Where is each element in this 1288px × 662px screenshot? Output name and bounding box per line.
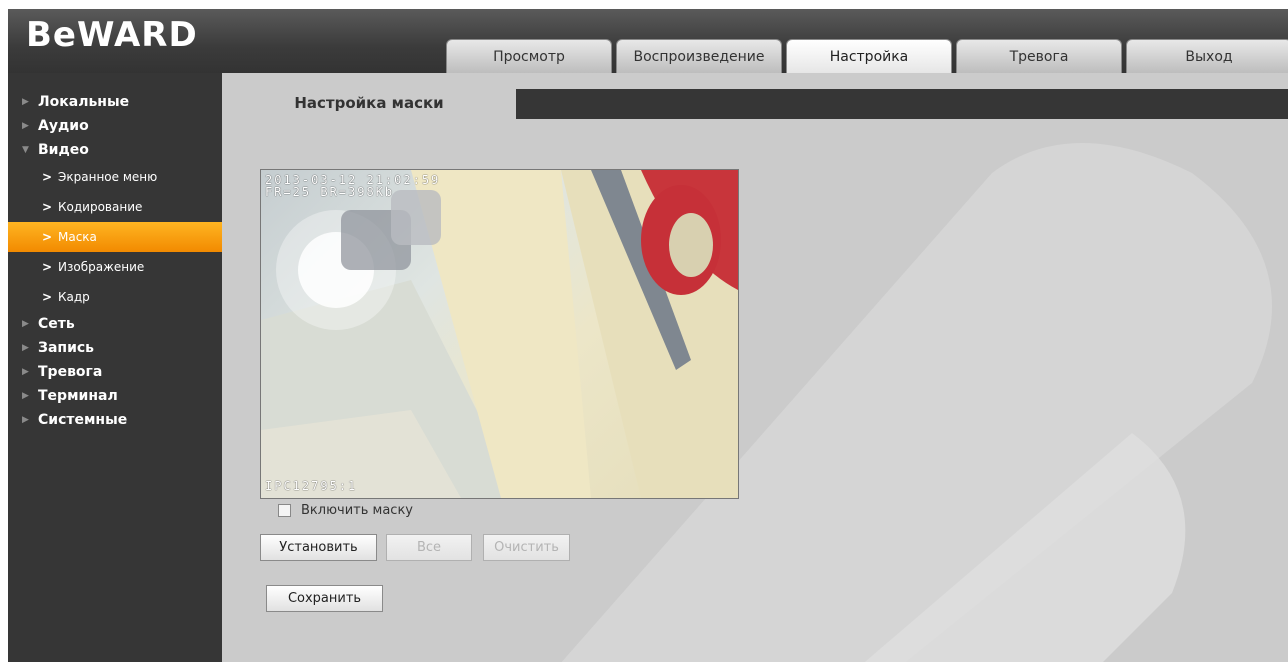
save-button[interactable]: Сохранить bbox=[266, 585, 383, 612]
app-header: BeWARD Просмотр Воспроизведение Настройк… bbox=[8, 9, 1288, 73]
sidebar-subitem-label: Кадр bbox=[58, 290, 90, 304]
osd-stats: FR=25 BR=398Kb bbox=[265, 185, 395, 199]
sidebar-subitem-frame[interactable]: > Кадр bbox=[8, 282, 222, 312]
sidebar-item-label: Тревога bbox=[38, 364, 103, 380]
triangle-right-icon: ▶ bbox=[22, 391, 29, 401]
sidebar-item-label: Локальные bbox=[38, 94, 130, 110]
sidebar-item-label: Видео bbox=[38, 142, 89, 158]
sidebar-subitem-label: Кодирование bbox=[58, 200, 143, 214]
tab-alarm[interactable]: Тревога bbox=[956, 39, 1122, 73]
chevron-right-icon: > bbox=[42, 290, 53, 304]
sidebar: ▶ Локальные ▶ Аудио ▼ Видео > Экранное м… bbox=[8, 73, 222, 662]
sidebar-subitem-mask[interactable]: > Маска bbox=[8, 222, 222, 252]
sidebar-item-terminal[interactable]: ▶ Терминал bbox=[8, 384, 222, 408]
tab-playback[interactable]: Воспроизведение bbox=[616, 39, 782, 73]
main-nav-tabs: Просмотр Воспроизведение Настройка Трево… bbox=[446, 39, 1288, 73]
video-preview[interactable]: 2013-03-12 21:02:59 FR=25 BR=398Kb IPC12… bbox=[260, 169, 739, 499]
sidebar-item-audio[interactable]: ▶ Аудио bbox=[8, 114, 222, 138]
chevron-right-icon: > bbox=[42, 230, 53, 244]
enable-mask-row: Включить маску bbox=[278, 503, 413, 518]
triangle-right-icon: ▶ bbox=[22, 97, 29, 107]
all-button[interactable]: Все bbox=[386, 534, 472, 561]
sidebar-item-record[interactable]: ▶ Запись bbox=[8, 336, 222, 360]
section-title: Настройка маски bbox=[222, 87, 516, 119]
sidebar-item-alarm[interactable]: ▶ Тревога bbox=[8, 360, 222, 384]
sidebar-item-local[interactable]: ▶ Локальные bbox=[8, 90, 222, 114]
main-content: Настройка маски 2013-03-12 21:02:59 FR=2… bbox=[222, 73, 1288, 662]
chevron-right-icon: > bbox=[42, 200, 53, 214]
sidebar-item-label: Сеть bbox=[38, 316, 75, 332]
sidebar-subitem-osd[interactable]: > Экранное меню bbox=[8, 162, 222, 192]
sidebar-item-label: Аудио bbox=[38, 118, 89, 134]
triangle-right-icon: ▶ bbox=[22, 343, 29, 353]
triangle-right-icon: ▶ bbox=[22, 367, 29, 377]
sidebar-item-network[interactable]: ▶ Сеть bbox=[8, 312, 222, 336]
tab-settings[interactable]: Настройка bbox=[786, 39, 952, 73]
camera-scene bbox=[261, 170, 738, 498]
triangle-right-icon: ▶ bbox=[22, 121, 29, 131]
tab-logout[interactable]: Выход bbox=[1126, 39, 1288, 73]
beward-logo: BeWARD bbox=[26, 15, 198, 55]
enable-mask-label: Включить маску bbox=[301, 503, 413, 518]
sidebar-subitem-encoding[interactable]: > Кодирование bbox=[8, 192, 222, 222]
sidebar-subitem-label: Маска bbox=[58, 230, 97, 244]
sidebar-item-label: Системные bbox=[38, 412, 128, 428]
chevron-right-icon: > bbox=[42, 260, 53, 274]
enable-mask-checkbox[interactable] bbox=[278, 504, 291, 517]
sidebar-subitem-label: Изображение bbox=[58, 260, 145, 274]
sidebar-item-label: Терминал bbox=[38, 388, 118, 404]
sidebar-subitem-image[interactable]: > Изображение bbox=[8, 252, 222, 282]
tab-view[interactable]: Просмотр bbox=[446, 39, 612, 73]
sidebar-item-video[interactable]: ▼ Видео bbox=[8, 138, 222, 162]
clear-button[interactable]: Очистить bbox=[483, 534, 570, 561]
sidebar-item-system[interactable]: ▶ Системные bbox=[8, 408, 222, 432]
sidebar-subitem-label: Экранное меню bbox=[58, 170, 158, 184]
chevron-right-icon: > bbox=[42, 170, 53, 184]
triangle-right-icon: ▶ bbox=[22, 319, 29, 329]
triangle-down-icon: ▼ bbox=[22, 145, 29, 155]
osd-camera-id: IPC12795:1 bbox=[265, 479, 358, 493]
sidebar-item-label: Запись bbox=[38, 340, 95, 356]
triangle-right-icon: ▶ bbox=[22, 415, 29, 425]
set-button[interactable]: Установить bbox=[260, 534, 377, 561]
